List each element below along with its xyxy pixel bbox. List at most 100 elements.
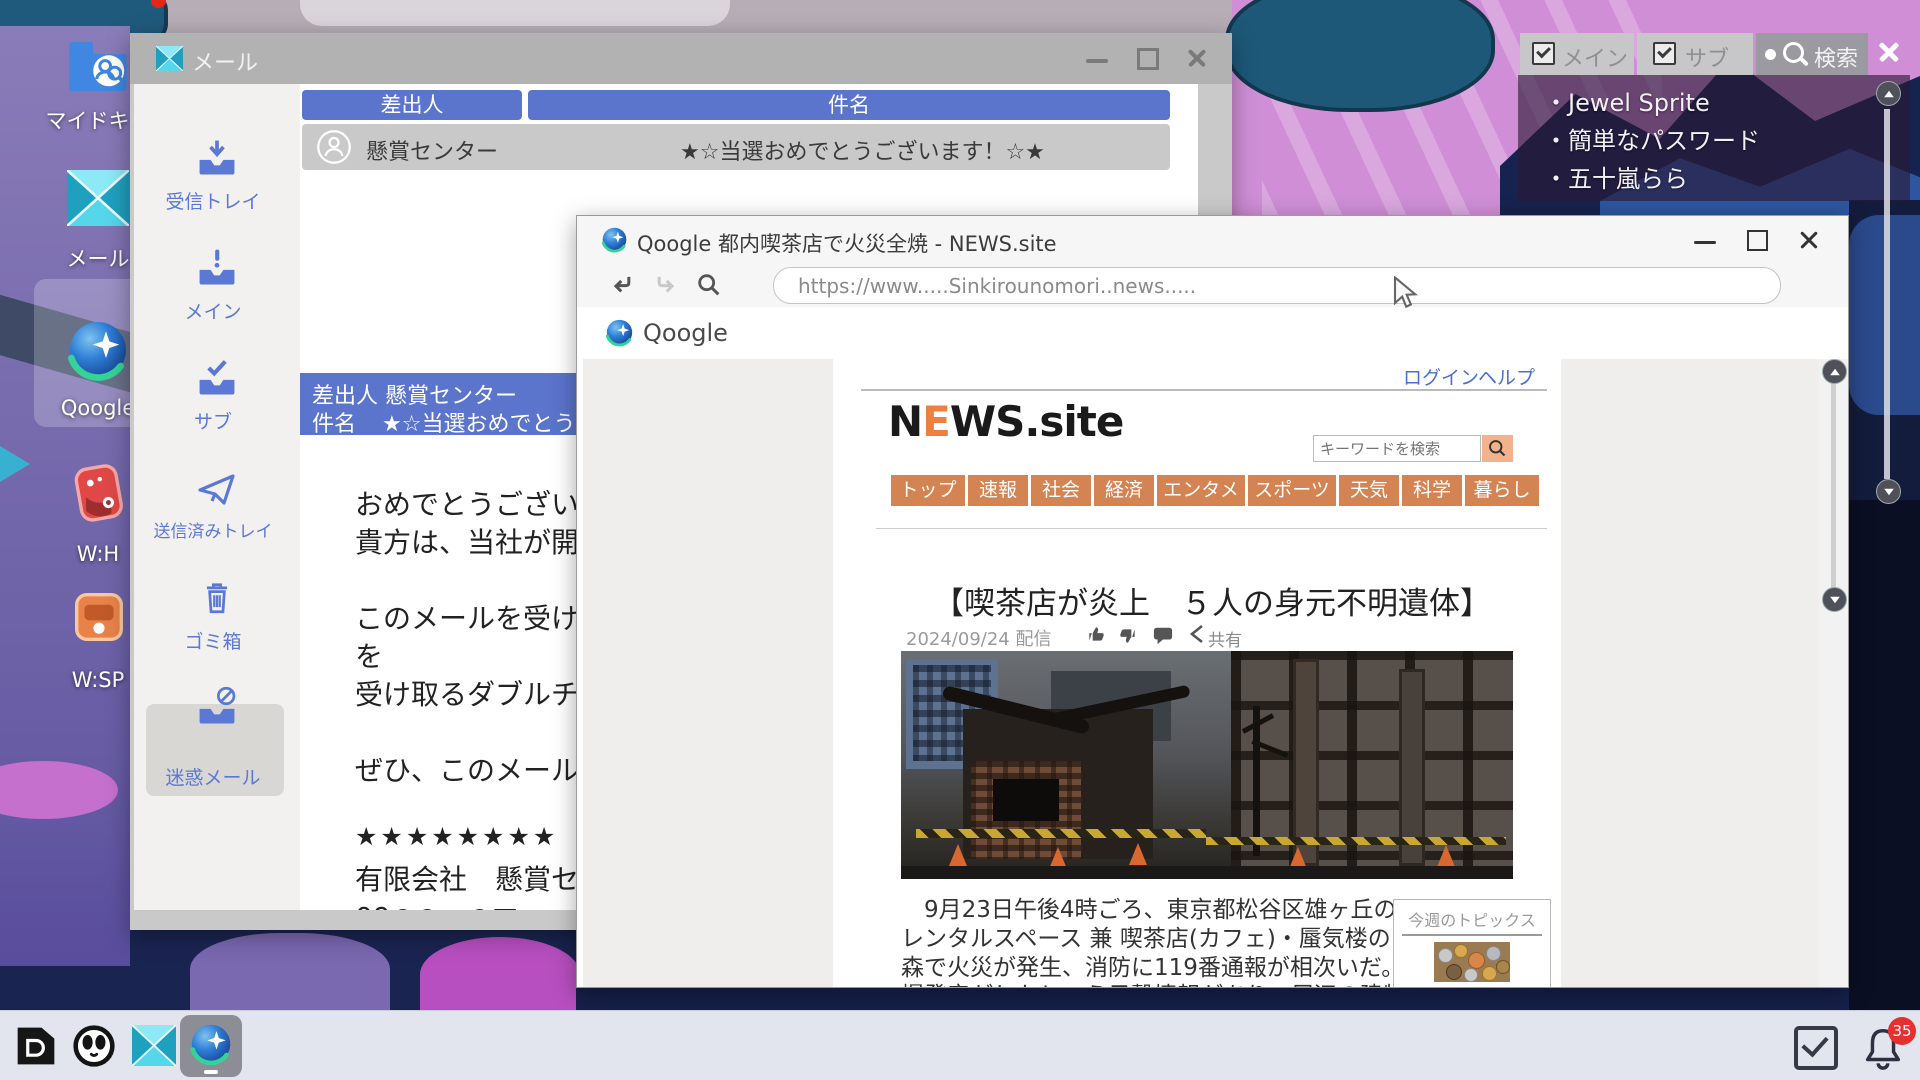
close-button[interactable] <box>1180 41 1214 75</box>
row-subject: ★☆当選おめでとうございます！☆★ <box>680 134 1045 166</box>
qoogle-logo-icon <box>601 226 628 253</box>
article-date: 2024/09/24 配信 <box>906 625 1051 651</box>
keyword-search-button[interactable] <box>1482 435 1513 462</box>
send-icon <box>193 466 241 514</box>
wh-app-icon <box>70 462 128 526</box>
trash-icon <box>195 576 239 620</box>
brand-text[interactable]: Qoogle <box>643 319 728 347</box>
taskbar-face-icon[interactable] <box>72 1024 116 1068</box>
close-icon <box>1877 40 1901 64</box>
mail-envelope-icon <box>67 170 129 226</box>
checkbox-checked-icon[interactable] <box>1653 42 1676 65</box>
topics-thumbnail-coins[interactable] <box>1434 942 1510 982</box>
keyword-search-input[interactable] <box>1313 435 1481 462</box>
sidebar-item-sent[interactable]: 送信済みトレイ <box>134 466 300 571</box>
quest-scroll-up-button[interactable] <box>1876 81 1901 106</box>
taskbar: 35 <box>0 1010 1920 1080</box>
wallpaper-bottom-band <box>130 925 576 1010</box>
back-icon[interactable] <box>609 271 637 299</box>
inbox-important-icon <box>195 246 239 290</box>
inbox-check-icon <box>195 356 239 400</box>
checkbox-checked-icon[interactable] <box>1532 42 1555 65</box>
mail-list-row[interactable]: 懸賞センター ★☆当選おめでとうございます！☆★ <box>302 124 1170 170</box>
nav-tab-sokuho[interactable]: 速報 <box>968 475 1028 506</box>
quest-scroll-down-button[interactable] <box>1876 479 1901 504</box>
logo-e: E <box>922 397 950 446</box>
quest-close-button[interactable] <box>1874 37 1904 67</box>
quest-item[interactable]: ・Jewel Sprite <box>1544 83 1710 118</box>
sidebar-item-spam[interactable]: 迷惑メール <box>134 663 300 788</box>
article-headline: 【喫茶店が炎上 ５人の身元不明遺体】 <box>933 578 1491 623</box>
nav-tab-tenki[interactable]: 天気 <box>1339 475 1399 506</box>
topics-title: 今週のトピックス <box>1394 907 1550 931</box>
row-sender: 懸賞センター <box>366 134 498 166</box>
taskbar-qoogle-icon <box>189 1022 233 1066</box>
article-meta: 2024/09/24 配信 共有 <box>906 623 1406 647</box>
share-icon[interactable] <box>1188 624 1206 644</box>
quest-tab-main[interactable]: メイン <box>1520 33 1634 75</box>
mail-body-line: を <box>355 635 383 675</box>
login-link[interactable]: ログイン <box>1403 363 1479 390</box>
inbox-icon <box>195 136 239 180</box>
nav-tab-sports[interactable]: スポーツ <box>1248 475 1336 506</box>
sidebar-item-sub[interactable]: サブ <box>134 356 300 461</box>
sidebar-item-main[interactable]: メイン <box>134 246 300 351</box>
wsp-app-icon <box>70 588 128 646</box>
nav-tab-top[interactable]: トップ <box>891 475 965 506</box>
quest-tab-sub[interactable]: サブ <box>1637 33 1753 75</box>
dislike-icon[interactable] <box>1118 626 1138 646</box>
news-site-logo[interactable]: NEWS.site <box>888 397 1123 446</box>
taskbar-mail-icon[interactable] <box>132 1025 176 1066</box>
quest-scroll-track <box>1884 109 1890 479</box>
quest-tab-label: メイン <box>1562 41 1628 73</box>
quest-item[interactable]: ・簡単なパスワード <box>1544 121 1760 156</box>
mail-body-line: ぜひ、このメール <box>355 749 579 789</box>
mail-body-line: ★★★★★★★★ <box>355 822 558 851</box>
qoogle-sphere-icon <box>66 318 130 382</box>
wallpaper-bottom-band2 <box>576 986 1849 1010</box>
nav-tab-kagaku[interactable]: 科学 <box>1402 475 1462 506</box>
minimize-button[interactable] <box>1080 41 1114 75</box>
column-header-sender[interactable]: 差出人 <box>302 90 522 120</box>
logo-n: N <box>888 397 922 446</box>
desktop: マイドキュ メール Qoogle <box>0 0 1920 1080</box>
sidebar-item-inbox[interactable]: 受信トレイ <box>134 136 300 241</box>
wallpaper-white-blob <box>300 0 730 26</box>
mail-titlebar[interactable]: メール <box>130 33 1232 84</box>
folder-label: メイン <box>130 297 296 324</box>
share-label[interactable]: 共有 <box>1208 626 1242 651</box>
page-margin-left <box>583 359 833 987</box>
radio-dot-icon <box>1765 49 1776 60</box>
quest-tab-search[interactable]: 検索 <box>1756 33 1868 75</box>
taskbar-tasks-button[interactable] <box>1792 1024 1836 1068</box>
taskbar-documents-icon[interactable] <box>14 1024 58 1068</box>
qoogle-logo-icon <box>605 318 634 347</box>
news-nav-bar: トップ 速報 社会 経済 エンタメ スポーツ 天気 科学 暮らし <box>577 475 1561 506</box>
detail-subject-label: 件名 <box>312 406 356 438</box>
weekly-topics-box[interactable]: 今週のトピックス <box>1393 899 1551 987</box>
url-text: https://www.....Sinkirounomori..news....… <box>798 274 1196 298</box>
mail-envelope-icon <box>156 46 183 71</box>
nav-tab-entame[interactable]: エンタメ <box>1157 475 1245 506</box>
like-icon[interactable] <box>1086 624 1106 644</box>
nav-tab-shakai[interactable]: 社会 <box>1031 475 1091 506</box>
forward-icon[interactable] <box>651 271 679 299</box>
search-icon <box>1487 438 1508 459</box>
mouse-cursor <box>1392 276 1422 312</box>
article-divider <box>876 528 1547 529</box>
close-icon <box>1186 47 1208 69</box>
folder-label: 迷惑メール <box>130 763 296 790</box>
mail-body-line: おめでとうござい <box>355 483 579 523</box>
taskbar-notifications-button[interactable]: 35 <box>1858 1021 1910 1073</box>
article-body-line: 爆発音がしたという目撃情報があり、周辺の建物 <box>901 976 1406 987</box>
nav-tab-keizai[interactable]: 経済 <box>1094 475 1154 506</box>
maximize-button[interactable] <box>1130 41 1164 75</box>
search-icon[interactable] <box>695 271 723 299</box>
scroll-down-button[interactable] <box>1822 587 1847 612</box>
quest-tab-label: 検索 <box>1814 41 1858 73</box>
quest-item[interactable]: ・五十嵐らら <box>1544 159 1688 194</box>
comment-icon[interactable] <box>1152 625 1174 645</box>
taskbar-qoogle-active[interactable] <box>180 1015 242 1077</box>
column-header-subject[interactable]: 件名 <box>528 90 1170 120</box>
folder-label: 受信トレイ <box>130 187 296 214</box>
